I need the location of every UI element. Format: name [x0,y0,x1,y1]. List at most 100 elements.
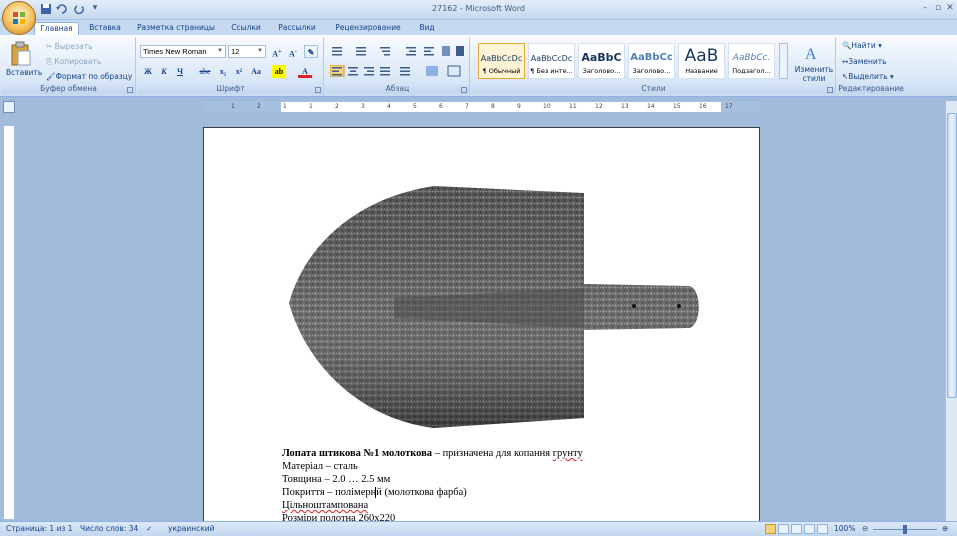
minimize-icon[interactable]: – [920,3,930,13]
style-no-spacing[interactable]: AaBbCcDc ¶ Без инте... [528,43,575,79]
left-margin-marker [204,102,281,112]
chevron-down-icon: ▼ [217,48,223,54]
font-color-icon[interactable]: A [298,65,312,78]
italic-button[interactable]: К [158,65,170,78]
tab-selector[interactable] [3,101,15,113]
doc-line-material: Матеріал – сталь [282,461,358,472]
tab-view[interactable]: Вид [414,22,440,35]
restore-icon[interactable]: ▫ [933,3,943,13]
styles-group-label: Стили [472,84,835,94]
ribbon: Вставить ✂ Вырезать ⎘ Копировать 🖌Формат… [0,35,957,97]
ruler-number: 1 [309,103,313,110]
superscript-button[interactable]: x² [232,65,246,78]
alignment-icons[interactable] [330,65,466,77]
page-count[interactable]: Страница: 1 из 1 [6,524,73,533]
print-layout-view-icon[interactable] [765,524,776,534]
style-heading-2[interactable]: AaBbCc Заголово... [628,43,675,79]
font-group-label: Шрифт [138,84,323,94]
ruler-number: 7 [465,103,469,110]
subscript-button[interactable]: x₂ [216,65,230,78]
bold-button[interactable]: Ж [142,65,154,78]
editing-group: 🔍Найти ▾ ↔Заменить ↖Выделить ▾ Редактиро… [838,37,904,95]
style-title[interactable]: AaB Название [678,43,725,79]
paste-icon[interactable] [10,41,32,67]
doc-line-stamped: Цільноштампована [282,500,369,511]
zoom-slider-thumb[interactable] [903,525,907,534]
underline-button[interactable]: Ч [174,65,186,78]
horizontal-ruler[interactable]: 1 2 1 1 2 3 4 5 6 7 8 9 10 11 12 13 14 15 16 17 [203,101,760,113]
font-group: Times New Roman ▼ 12 ▼ A+ A- ✎ Ж К Ч abe x… [138,37,324,95]
zoom-level[interactable]: 100% [834,524,855,533]
ruler-number: 2 [257,103,261,110]
style-heading-1[interactable]: AaBbC Заголово... [578,43,625,79]
select-button[interactable]: ↖Выделить ▾ [842,72,894,81]
find-button[interactable]: 🔍Найти ▾ [842,41,882,50]
svg-text:A: A [805,46,817,63]
tab-insert[interactable]: Вставка [84,22,126,35]
paragraph-launcher-icon[interactable] [461,87,467,93]
tab-mailings[interactable]: Рассылки [274,22,320,35]
font-name-select[interactable]: Times New Roman ▼ [140,45,226,58]
zoom-out-icon[interactable]: ⊖ [862,524,868,533]
language-indicator[interactable]: украинский [168,524,215,533]
ruler-number: 15 [673,103,681,110]
ruler-number: 1 [231,103,235,110]
office-button[interactable] [2,1,36,35]
replace-button[interactable]: ↔Заменить [842,57,887,66]
doc-paragraph-title: Лопата штикова №1 молоткова – призначена… [282,448,583,459]
outline-view-icon[interactable] [804,524,815,534]
draft-view-icon[interactable] [817,524,828,534]
change-case-button[interactable]: Aa [248,65,264,78]
highlight-icon[interactable]: ab [272,65,286,78]
chevron-down-icon: ▼ [257,48,263,54]
style-subtitle[interactable]: AaBbCc. Подзагол... [728,43,775,79]
ruler-number: 9 [517,103,521,110]
document-page[interactable]: Лопата штикова №1 молоткова – призначена… [203,127,760,527]
ruler-number: 11 [569,103,577,110]
style-normal[interactable]: AaBbCcDc ¶ Обычный [478,43,525,79]
ruler-number: 10 [543,103,551,110]
ribbon-tabs: Главная Вставка Разметка страницы Ссылки… [0,20,957,52]
grow-font-icon[interactable]: A+ [270,45,284,59]
zoom-in-icon[interactable]: ⊕ [942,524,948,533]
doc-line-coating: Покриття – полімернй (молоткова фарба) [282,487,467,498]
doc-line-thickness: Товщина – 2.0 … 2.5 мм [282,474,391,485]
change-styles-icon[interactable]: A [802,43,824,63]
scrollbar-thumb[interactable] [947,113,957,398]
font-size-select[interactable]: 12 ▼ [228,45,266,58]
clear-formatting-icon[interactable]: ✎ [304,45,318,58]
styles-scroll[interactable] [779,43,788,79]
status-bar: Страница: 1 из 1 Число слов: 34 ✓ украин… [0,521,957,536]
tab-home[interactable]: Главная [34,22,79,35]
clipboard-group: Вставить ✂ Вырезать ⎘ Копировать 🖌Формат… [2,37,136,95]
ruler-number: 12 [595,103,603,110]
ruler-number: 2 [335,103,339,110]
close-icon[interactable]: ✕ [945,3,955,13]
copy-button[interactable]: ⎘ Копировать [46,57,101,67]
tab-review[interactable]: Рецензирование [330,22,406,35]
ruler-number: 1 [283,103,287,110]
full-screen-view-icon[interactable] [778,524,789,534]
ruler-number: 5 [413,103,417,110]
editing-group-label: Редактирование [838,84,904,94]
clipboard-launcher-icon[interactable] [127,87,133,93]
tab-references[interactable]: Ссылки [226,22,266,35]
tab-page-layout[interactable]: Разметка страницы [136,22,216,35]
change-styles-button[interactable]: Изменить стили [794,65,834,83]
format-painter-button[interactable]: 🖌Формат по образцу [46,72,132,81]
word-count[interactable]: Число слов: 34 [80,524,138,533]
cut-button[interactable]: ✂ Вырезать [46,42,93,51]
window-title: 27162 - Microsoft Word [432,4,525,13]
list-and-indent-icons[interactable] [330,45,466,57]
strikethrough-button[interactable]: abe [196,65,214,78]
vertical-scrollbar[interactable] [945,101,957,521]
styles-launcher-icon[interactable] [827,87,833,93]
vertical-ruler[interactable] [3,125,15,520]
ruler-number: 17 [725,103,733,110]
shrink-font-icon[interactable]: A- [286,45,300,59]
proofing-icon[interactable]: ✓ [146,524,152,533]
paste-button[interactable]: Вставить [6,68,42,77]
shovel-image [289,186,699,428]
font-launcher-icon[interactable] [315,87,321,93]
web-layout-view-icon[interactable] [791,524,802,534]
